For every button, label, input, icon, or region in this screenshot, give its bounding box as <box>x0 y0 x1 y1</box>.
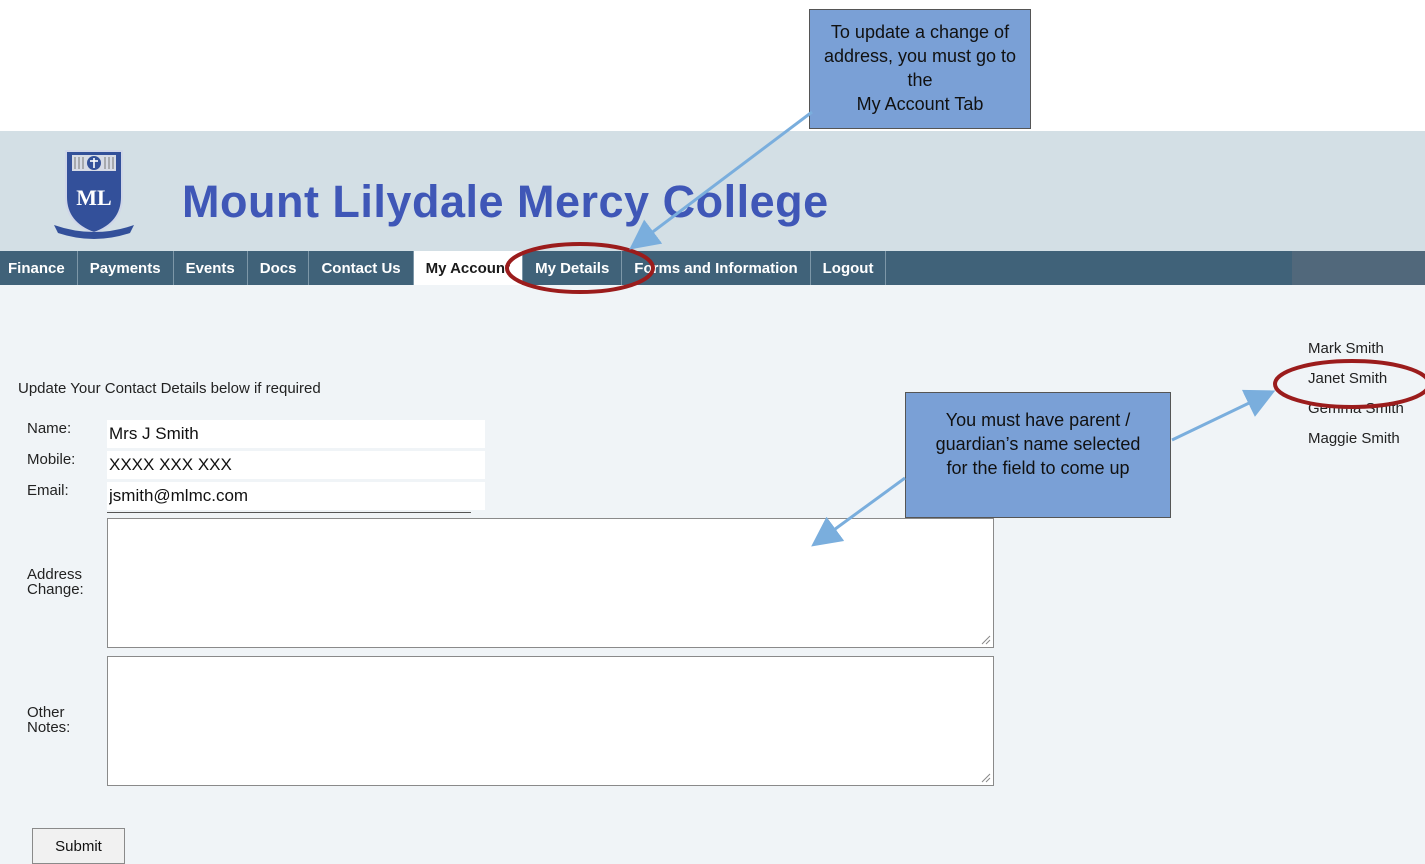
site-header: ML Mount Lilydale Mercy College <box>0 131 1425 251</box>
mobile-label: Mobile: <box>27 451 76 468</box>
nav-events[interactable]: Events <box>174 251 248 285</box>
callout-mid-line1: You must have parent / <box>945 410 1131 430</box>
student-list: Mark Smith Janet Smith Gemma Smith Maggi… <box>1308 339 1404 459</box>
student-gemma-smith[interactable]: Gemma Smith <box>1308 399 1404 429</box>
callout-top-line1: To update a change of <box>830 22 1010 42</box>
other-notes-textarea[interactable] <box>107 656 994 786</box>
notes-label-line2: Notes: <box>27 719 71 736</box>
callout-mid-line3: for the field to come up <box>946 458 1130 478</box>
nav-contact-us[interactable]: Contact Us <box>309 251 414 285</box>
callout-guardian-hint: You must have parent / guardian’s name s… <box>905 392 1171 518</box>
other-notes-label: Other Notes: <box>27 705 70 735</box>
callout-mid-line2: guardian’s name selected <box>935 434 1141 454</box>
svg-text:ML: ML <box>76 185 111 210</box>
school-crest-icon: ML <box>54 150 134 239</box>
mobile-field[interactable] <box>107 451 485 479</box>
name-field[interactable] <box>107 420 485 448</box>
callout-top-line3: My Account Tab <box>856 94 984 114</box>
nav-logout[interactable]: Logout <box>811 251 887 285</box>
student-mark-smith[interactable]: Mark Smith <box>1308 339 1404 369</box>
nav-forms-and-information[interactable]: Forms and Information <box>622 251 811 285</box>
top-margin <box>0 0 1425 131</box>
college-title: Mount Lilydale Mercy College <box>182 176 829 227</box>
name-label: Name: <box>27 420 72 437</box>
student-janet-smith[interactable]: Janet Smith <box>1308 369 1404 399</box>
nav-my-account[interactable]: My Account <box>413 251 524 285</box>
nav-finance[interactable]: Finance <box>0 251 78 285</box>
email-field[interactable] <box>107 482 485 510</box>
resize-grip-icon[interactable] <box>979 771 991 783</box>
resize-grip-icon[interactable] <box>979 633 991 645</box>
address-label-line2: Change: <box>27 581 84 598</box>
main-nav: Finance Payments Events Docs Contact Us … <box>0 251 1425 285</box>
address-change-label: Address Change: <box>27 567 84 597</box>
form-intro: Update Your Contact Details below if req… <box>18 380 321 397</box>
address-change-textarea[interactable] <box>107 518 994 648</box>
callout-top-line2: address, you must go to the <box>823 46 1017 90</box>
nav-my-details[interactable]: My Details <box>523 251 623 285</box>
student-maggie-smith[interactable]: Maggie Smith <box>1308 429 1404 459</box>
nav-payments[interactable]: Payments <box>78 251 174 285</box>
callout-my-account-hint: To update a change of address, you must … <box>809 9 1031 129</box>
account-content: Update Your Contact Details below if req… <box>0 285 1425 864</box>
email-field-underline <box>107 512 471 513</box>
nav-docs[interactable]: Docs <box>248 251 310 285</box>
nav-end-block <box>1292 251 1425 285</box>
submit-button[interactable]: Submit <box>32 828 125 864</box>
email-label: Email: <box>27 482 69 499</box>
